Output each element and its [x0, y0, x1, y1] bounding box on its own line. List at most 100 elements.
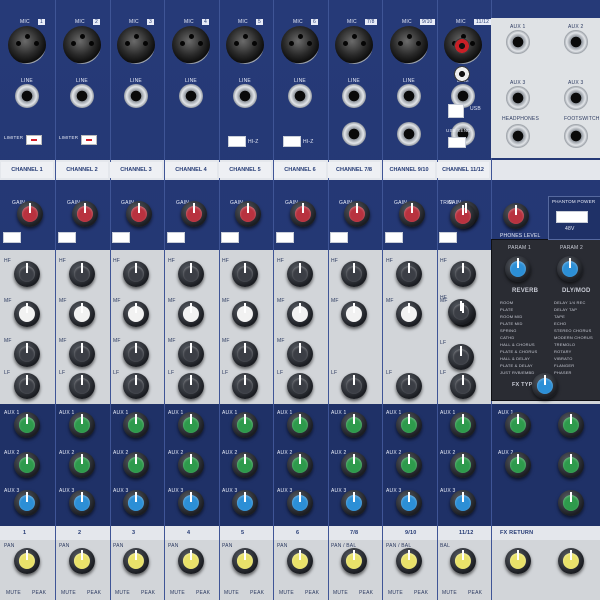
hi-z-switch[interactable] — [283, 136, 301, 147]
line-jack-4[interactable] — [179, 84, 203, 108]
aux1-knob-2[interactable] — [69, 412, 95, 438]
gain-knob-2[interactable] — [72, 201, 98, 227]
pad-switch[interactable] — [3, 232, 21, 243]
eq-mf-knob-1-2[interactable] — [14, 341, 40, 367]
fx-reverb-item[interactable]: JUST RVB/EMBD — [500, 370, 534, 375]
eq-lf-knob-3-3[interactable] — [123, 373, 149, 399]
eq-mf-knob-8-1[interactable] — [396, 301, 422, 327]
aux2-knob-7[interactable] — [341, 452, 367, 478]
fx-return-aux1-knob[interactable] — [505, 412, 531, 438]
aux3-knob-7[interactable] — [341, 490, 367, 516]
eq-mf-knob-3-1[interactable] — [123, 301, 149, 327]
pad-switch[interactable] — [330, 232, 348, 243]
aux2-knob-5[interactable] — [232, 452, 258, 478]
pan-knob-5[interactable] — [232, 548, 258, 574]
aux3-knob-6[interactable] — [287, 490, 313, 516]
eq-mf-knob-5-2[interactable] — [232, 341, 258, 367]
fx-param1-knob[interactable] — [505, 256, 531, 282]
eq-hf-knob-1-0[interactable] — [14, 261, 40, 287]
fx-reverb-item[interactable]: PLATE — [500, 307, 513, 312]
eq-lf-knob-1112[interactable] — [448, 344, 474, 370]
pan-knob-1[interactable] — [14, 548, 40, 574]
aux1-knob-3[interactable] — [123, 412, 149, 438]
pad-switch[interactable] — [276, 232, 294, 243]
aux3-knob-9[interactable] — [450, 490, 476, 516]
fx-dlymod-item[interactable]: DELAY 1/4 REC — [554, 300, 586, 305]
line-jack-7[interactable] — [342, 84, 366, 108]
line-jack-2[interactable] — [70, 84, 94, 108]
phantom-switch[interactable] — [556, 211, 588, 223]
pad-switch[interactable] — [112, 232, 130, 243]
eq-lf-knob-6-3[interactable] — [287, 373, 313, 399]
pad-switch[interactable] — [58, 232, 76, 243]
fx-reverb-item[interactable]: ROOM — [500, 300, 513, 305]
eq-hf-knob-3-0[interactable] — [123, 261, 149, 287]
fx-type-knob[interactable] — [532, 373, 558, 399]
aux2-knob-8[interactable] — [396, 452, 422, 478]
xlr-input-6[interactable] — [281, 26, 319, 64]
fx-reverb-item[interactable]: PLATE MID — [500, 321, 523, 326]
eq-hf-knob-5-0[interactable] — [232, 261, 258, 287]
usb-send-switch[interactable] — [448, 137, 466, 148]
aux2-knob-9[interactable] — [450, 452, 476, 478]
eq-mf-knob-2-2[interactable] — [69, 341, 95, 367]
master-aux2-knob[interactable] — [558, 452, 584, 478]
limiter-switch[interactable] — [26, 135, 42, 145]
gain-knob-7[interactable] — [344, 201, 370, 227]
xlr-input-3[interactable] — [117, 26, 155, 64]
aux2-knob-4[interactable] — [178, 452, 204, 478]
eq-mf-knob-6-1[interactable] — [287, 301, 313, 327]
fx-dlymod-item[interactable]: TREMOLO — [554, 342, 575, 347]
gain-knob-3[interactable] — [126, 201, 152, 227]
fx-dlymod-item[interactable]: PHASER — [554, 370, 572, 375]
line-jack-6[interactable] — [288, 84, 312, 108]
aux2-knob-3[interactable] — [123, 452, 149, 478]
gain-knob-5[interactable] — [235, 201, 261, 227]
aux3-knob-5[interactable] — [232, 490, 258, 516]
fx-dlymod-item[interactable]: FLANGER — [554, 363, 574, 368]
aux-out-jack-aux1[interactable] — [506, 30, 530, 54]
aux2-knob-1[interactable] — [14, 452, 40, 478]
fx-dlymod-item[interactable]: TAPE — [554, 314, 565, 319]
headphones-jack[interactable] — [506, 124, 530, 148]
eq-mf-knob-5-1[interactable] — [232, 301, 258, 327]
aux1-knob-4[interactable] — [178, 412, 204, 438]
pad-switch[interactable] — [221, 232, 239, 243]
eq-lf-knob-9-2[interactable] — [450, 373, 476, 399]
xlr-input-7[interactable] — [335, 26, 373, 64]
aux1-knob-8[interactable] — [396, 412, 422, 438]
gain-knob-8[interactable] — [399, 201, 425, 227]
pan-knob-9[interactable] — [450, 548, 476, 574]
rca-right-input[interactable] — [454, 66, 470, 82]
line-jack-right-7[interactable] — [342, 122, 366, 146]
fx-dlymod-item[interactable]: VIBRATO — [554, 356, 573, 361]
aux1-knob-1[interactable] — [14, 412, 40, 438]
line-jack-right-8[interactable] — [397, 122, 421, 146]
eq-lf-knob-5-3[interactable] — [232, 373, 258, 399]
gain-knob-1[interactable] — [17, 201, 43, 227]
eq-lf-knob-4-3[interactable] — [178, 373, 204, 399]
xlr-input-5[interactable] — [226, 26, 264, 64]
gain-knob-6[interactable] — [290, 201, 316, 227]
gain-knob-4[interactable] — [181, 201, 207, 227]
pan-knob-8[interactable] — [396, 548, 422, 574]
aux3-knob-1[interactable] — [14, 490, 40, 516]
line-jack-1[interactable] — [15, 84, 39, 108]
fx-reverb-item[interactable]: CATHD — [500, 335, 514, 340]
eq-hf-knob-7-0[interactable] — [341, 261, 367, 287]
xlr-input-4[interactable] — [172, 26, 210, 64]
fx-dlymod-item[interactable]: STEREO CHORUS — [554, 328, 592, 333]
fx-param2-knob[interactable] — [557, 256, 583, 282]
aux1-knob-5[interactable] — [232, 412, 258, 438]
usb-trim-knob[interactable] — [450, 203, 476, 229]
eq-mf-knob-7-1[interactable] — [341, 301, 367, 327]
aux2-knob-2[interactable] — [69, 452, 95, 478]
eq-hf-knob-4-0[interactable] — [178, 261, 204, 287]
eq-mf-knob-2-1[interactable] — [69, 301, 95, 327]
usb-port[interactable] — [448, 104, 464, 118]
aux1-knob-6[interactable] — [287, 412, 313, 438]
aux3-knob-8[interactable] — [396, 490, 422, 516]
eq-mf-knob-1-1[interactable] — [14, 301, 40, 327]
fx-reverb-item[interactable]: HALL & DELAY — [500, 356, 530, 361]
aux-out-jack-r-0[interactable] — [564, 30, 588, 54]
